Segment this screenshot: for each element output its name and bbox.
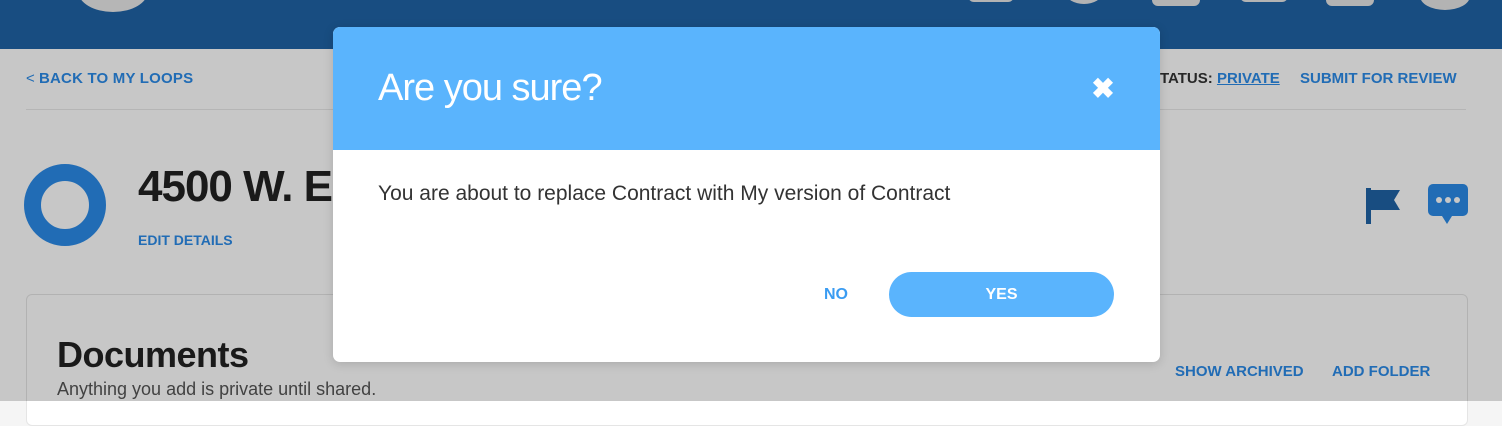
no-button[interactable]: NO [803,272,869,317]
confirm-dialog: Are you sure? ✖ You are about to replace… [333,27,1160,362]
dialog-message: You are about to replace Contract with M… [378,182,951,205]
close-icon[interactable]: ✖ [1088,74,1118,104]
yes-button[interactable]: YES [889,272,1114,317]
dialog-header: Are you sure? ✖ [333,27,1160,150]
dialog-title: Are you sure? [378,67,603,109]
